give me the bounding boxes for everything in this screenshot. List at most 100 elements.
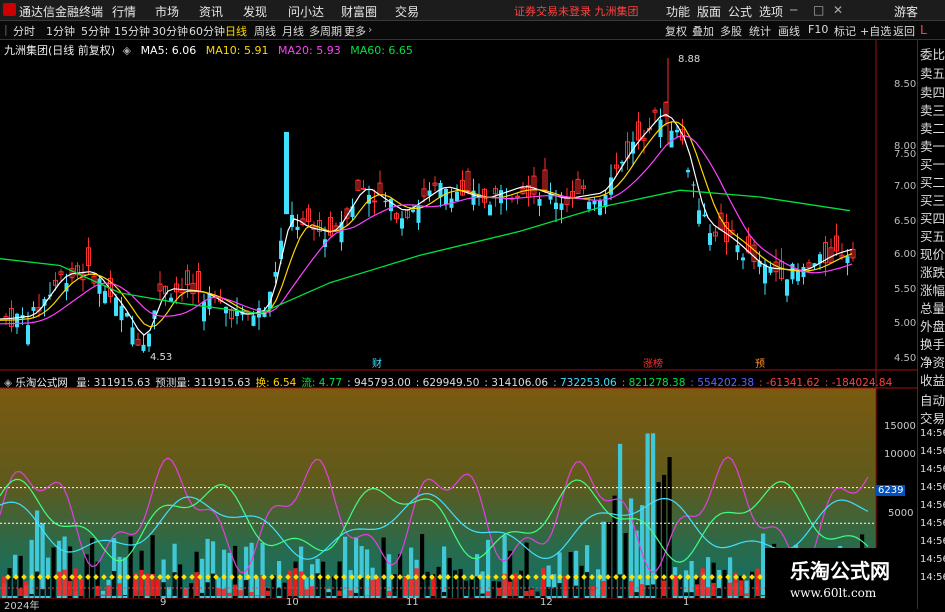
volume-overlay-bar xyxy=(24,581,28,596)
indicator-value: : 732253.06 xyxy=(553,377,617,389)
volume-bar xyxy=(30,540,34,598)
candle-body xyxy=(428,190,432,195)
price-tick: 6.00 xyxy=(894,249,916,260)
volume-overlay-bar xyxy=(525,591,529,596)
volume-overlay-bar xyxy=(118,583,122,596)
indicator-settings-icon[interactable]: ◈ xyxy=(4,377,12,389)
date-tick: 11 xyxy=(406,597,419,608)
event-marker: 预 xyxy=(755,358,765,370)
volume-overlay-bar xyxy=(354,593,358,596)
panel-trade[interactable]: 交易 xyxy=(920,408,945,427)
volume-overlay-bar xyxy=(376,577,380,596)
watermark-url: www.60lt.com xyxy=(790,586,876,600)
volume-bar xyxy=(525,543,529,598)
volume-overlay-bar xyxy=(140,570,144,596)
volume-bar xyxy=(607,522,611,598)
panel-bid3: 买三 xyxy=(920,190,945,209)
volume-overlay-bar xyxy=(607,594,611,596)
volume-overlay-bar xyxy=(19,588,23,596)
indicator-value: 量: 311915.63 xyxy=(76,377,150,389)
price-tick: 7.00 xyxy=(894,181,916,192)
stock-title[interactable]: 九洲集团(日线 前复权) xyxy=(4,44,115,57)
volume-overlay-bar xyxy=(41,589,45,596)
date-tick: 10 xyxy=(286,597,299,608)
volume-overlay-bar xyxy=(569,568,573,596)
price-tick: 8.50 xyxy=(894,79,916,90)
volume-bar xyxy=(651,433,655,598)
volume-overlay-bar xyxy=(277,588,281,596)
date-axis: 2024年 9 10 11 12 1 xyxy=(0,598,876,609)
indicator-name[interactable]: 乐淘公式网 xyxy=(15,377,68,389)
volume-overlay-bar xyxy=(327,592,331,596)
price-tick: 6.50 xyxy=(894,216,916,227)
volume-bar xyxy=(580,566,584,598)
volume-bar xyxy=(442,546,446,598)
volume-overlay-bar xyxy=(233,585,237,596)
volume-bar xyxy=(250,543,254,598)
volume-overlay-bar xyxy=(497,588,501,596)
volume-overlay-bar xyxy=(492,590,496,596)
volume-bar xyxy=(596,569,600,598)
chart-canvas[interactable]: 8.884.53财涨榜预 xyxy=(0,0,945,609)
volume-overlay-bar xyxy=(459,590,463,596)
volume-overlay-bar xyxy=(217,588,221,596)
indicator-value: : 945793.00 xyxy=(347,377,411,389)
date-tick: 1 xyxy=(683,597,689,608)
quote-side-panel: L 委比 卖五 卖四 卖三 卖二 卖一 买一 买二 买三 买四 买五 现价 涨跌… xyxy=(917,40,945,609)
indicator-value: : 554202.38 xyxy=(690,377,754,389)
watermark-title: 乐淘公式网 xyxy=(790,555,890,584)
volume-overlay-bar xyxy=(536,592,540,596)
volume-overlay-bar xyxy=(750,592,754,596)
low-price-label: 4.53 xyxy=(150,352,172,363)
volume-bar xyxy=(343,537,347,598)
candle-body xyxy=(411,210,415,212)
volume-overlay-bar xyxy=(712,583,716,596)
volume-overlay-bar xyxy=(387,591,391,596)
volume-overlay-bar xyxy=(475,576,479,596)
volume-overlay-bar xyxy=(30,594,34,596)
ma10-value: MA10: 5.91 xyxy=(206,44,269,57)
volume-overlay-bar xyxy=(541,568,545,596)
panel-ask1: 卖一 xyxy=(920,136,945,155)
volume-overlay-bar xyxy=(574,586,578,596)
candle-body xyxy=(741,257,745,260)
indicator-value: : 314106.06 xyxy=(484,377,548,389)
volume-overlay-bar xyxy=(404,577,408,596)
candle-body xyxy=(785,279,789,295)
volume-bar xyxy=(646,433,650,598)
volume-bar xyxy=(321,562,325,598)
volume-overlay-bar xyxy=(57,572,61,596)
volume-overlay-bar xyxy=(294,568,298,596)
volume-overlay-bar xyxy=(96,586,100,596)
candle-body xyxy=(389,199,393,211)
candle-body xyxy=(32,307,36,311)
candle-body xyxy=(675,130,679,132)
candle-body xyxy=(26,325,30,344)
volume-overlay-bar xyxy=(508,582,512,596)
ma20-value: MA20: 5.93 xyxy=(278,44,341,57)
indicator-tick: 15000 xyxy=(884,421,916,432)
candle-body xyxy=(252,315,256,325)
volume-overlay-bar xyxy=(52,595,56,596)
volume-overlay-bar xyxy=(519,571,523,596)
panel-time: 14:56 xyxy=(920,428,945,439)
volume-overlay-bar xyxy=(552,587,556,596)
volume-overlay-bar xyxy=(13,578,17,596)
indicator-value: : 821278.38 xyxy=(622,377,686,389)
candle-body xyxy=(488,205,492,216)
volume-overlay-bar xyxy=(107,585,111,596)
candle-body xyxy=(538,199,542,206)
volume-bar xyxy=(41,523,45,598)
price-tick: 4.50 xyxy=(894,353,916,364)
volume-overlay-bar xyxy=(657,586,661,596)
candle-body xyxy=(703,215,707,217)
panel-time: 14:56 xyxy=(920,536,945,547)
panel-auto[interactable]: 自动 xyxy=(920,390,945,409)
volume-bar xyxy=(101,591,105,598)
panel-level-label[interactable]: L xyxy=(920,22,927,37)
candle-body xyxy=(202,301,206,321)
info-icon[interactable]: ◈ xyxy=(123,44,131,57)
volume-overlay-bar xyxy=(486,591,490,596)
candle-body xyxy=(120,306,124,320)
candle-body xyxy=(284,132,289,214)
